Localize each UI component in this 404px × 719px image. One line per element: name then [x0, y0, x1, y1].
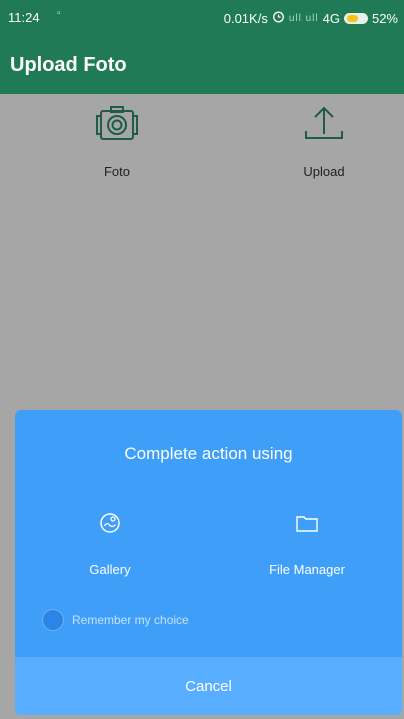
- notification-dot: ▫: [57, 8, 61, 19]
- alarm-icon: [272, 10, 285, 26]
- network-speed: 0.01K/s: [223, 10, 268, 26]
- remember-label: Remember my choice: [72, 613, 189, 627]
- gallery-icon: [97, 510, 123, 536]
- remember-radio[interactable]: [42, 609, 64, 631]
- remember-choice[interactable]: Remember my choice: [42, 609, 189, 631]
- status-time: 11:24: [8, 10, 40, 25]
- battery-icon: [343, 12, 368, 24]
- file-manager-option[interactable]: File Manager: [212, 510, 402, 580]
- gallery-label: Gallery: [89, 562, 131, 577]
- file-manager-label: File Manager: [269, 562, 345, 577]
- chooser-dialog: Complete action using Gallery File Manag…: [15, 410, 402, 715]
- cancel-button[interactable]: Cancel: [15, 657, 402, 715]
- signal-icon: ull ull: [288, 12, 319, 24]
- battery-percentage: 52%: [371, 10, 398, 26]
- app-bar: Upload Foto: [0, 36, 404, 94]
- page-title: Upload Foto: [10, 54, 127, 76]
- cancel-label: Cancel: [185, 677, 232, 695]
- status-bar: 11:24 ▫ 0.01K/s ull ull 4G 52%: [0, 0, 404, 36]
- dialog-title: Complete action using: [124, 444, 293, 463]
- gallery-option[interactable]: Gallery: [15, 510, 205, 580]
- folder-icon: [294, 510, 320, 536]
- network-type: 4G: [322, 10, 340, 26]
- status-right: 0.01K/s ull ull 4G 52%: [224, 10, 398, 26]
